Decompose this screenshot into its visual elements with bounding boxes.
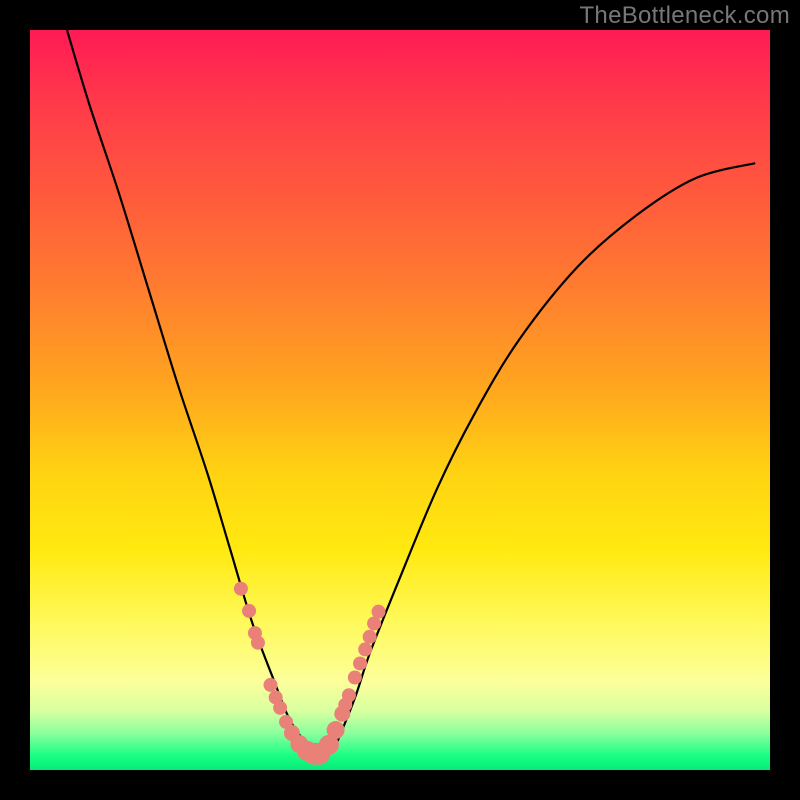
chart-outer: TheBottleneck.com	[0, 0, 800, 800]
marker-dot	[348, 671, 362, 685]
highlight-markers	[30, 30, 770, 770]
marker-dot	[353, 656, 367, 670]
marker-dot	[372, 605, 386, 619]
watermark-text: TheBottleneck.com	[579, 2, 790, 30]
marker-dot	[251, 636, 265, 650]
marker-dot	[363, 630, 377, 644]
marker-group	[234, 582, 386, 765]
marker-dot	[242, 604, 256, 618]
marker-dot	[327, 721, 345, 739]
marker-dot	[264, 678, 278, 692]
marker-dot	[273, 701, 287, 715]
plot-area	[30, 30, 770, 770]
marker-dot	[342, 688, 356, 702]
marker-dot	[358, 642, 372, 656]
marker-dot	[234, 582, 248, 596]
